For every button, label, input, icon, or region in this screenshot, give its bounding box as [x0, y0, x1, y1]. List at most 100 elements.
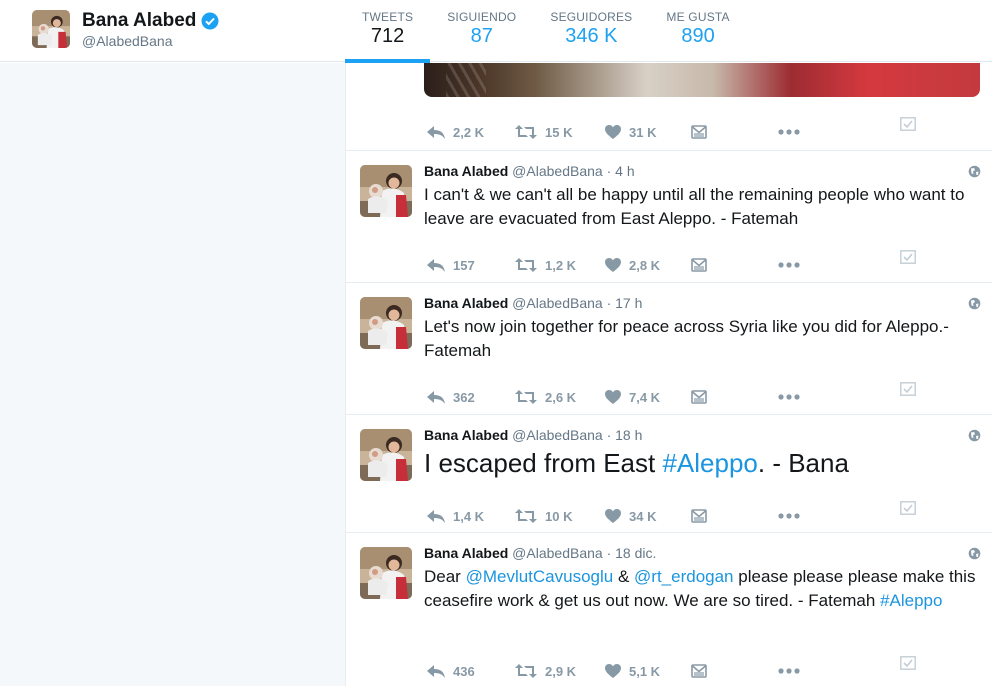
- tweet-item[interactable]: 2,2 K 15 K 31 K: [346, 63, 992, 151]
- stat-likes[interactable]: ME GUSTA 890: [649, 0, 746, 62]
- reply-icon: [426, 257, 446, 273]
- retweet-count: 1,2 K: [545, 257, 577, 273]
- reply-count: 362: [453, 389, 475, 405]
- tweet-author-handle[interactable]: @AlabedBana: [512, 295, 603, 311]
- profile-name[interactable]: Bana Alabed: [82, 10, 196, 32]
- tweet-avatar[interactable]: [360, 547, 412, 599]
- tweet-avatar[interactable]: [360, 165, 412, 217]
- tweet-author-handle[interactable]: @AlabedBana: [512, 163, 603, 179]
- hashtag-link[interactable]: #Aleppo: [662, 448, 757, 478]
- retweet-button[interactable]: 2,9 K: [514, 663, 576, 679]
- profile-name-block: Bana Alabed @AlabedBana: [82, 10, 219, 49]
- tweet-item[interactable]: Bana Alabed @AlabedBana · 17 h Let's now…: [346, 283, 992, 415]
- reply-button[interactable]: 157: [426, 257, 475, 273]
- tweet-author-handle[interactable]: @AlabedBana: [512, 427, 603, 443]
- retweet-button[interactable]: 1,2 K: [514, 257, 576, 273]
- globe-icon[interactable]: [968, 297, 981, 310]
- globe-icon[interactable]: [968, 165, 981, 178]
- tweet-avatar[interactable]: [360, 297, 412, 349]
- reply-icon: [426, 663, 446, 679]
- profile-avatar[interactable]: [32, 10, 70, 48]
- stat-tweets[interactable]: TWEETS 712: [345, 0, 431, 63]
- tweet-text-part: Dear: [424, 567, 466, 586]
- tweet-timestamp[interactable]: 18 dic.: [615, 545, 656, 561]
- analytics-button[interactable]: [900, 117, 916, 131]
- retweet-button[interactable]: 2,6 K: [514, 389, 576, 405]
- reply-button[interactable]: 2,2 K: [426, 124, 484, 140]
- tweet-item[interactable]: Bana Alabed @AlabedBana · 4 h I can't & …: [346, 151, 992, 283]
- direct-message-button[interactable]: [691, 664, 707, 678]
- like-button[interactable]: 34 K: [604, 508, 656, 524]
- stat-value: 890: [681, 25, 715, 47]
- like-button[interactable]: 5,1 K: [604, 663, 660, 679]
- analytics-button[interactable]: [900, 501, 916, 515]
- tweet-text-part: I escaped from East: [424, 448, 663, 478]
- retweet-count: 15 K: [545, 124, 573, 140]
- tweet-media-image[interactable]: [424, 63, 980, 97]
- more-dots-icon: [778, 513, 800, 519]
- retweet-count: 10 K: [545, 508, 573, 524]
- stat-following[interactable]: SIGUIENDO 87: [430, 0, 533, 62]
- retweet-icon: [514, 124, 538, 140]
- reply-icon: [426, 508, 446, 524]
- retweet-icon: [514, 389, 538, 405]
- tweet-author-name[interactable]: Bana Alabed: [424, 427, 508, 443]
- more-options-button[interactable]: [778, 262, 800, 268]
- stat-label: SIGUIENDO: [447, 10, 517, 24]
- reply-button[interactable]: 362: [426, 389, 475, 405]
- retweet-button[interactable]: 15 K: [514, 124, 572, 140]
- tweet-header: Bana Alabed @AlabedBana · 4 h: [424, 163, 635, 179]
- direct-message-button[interactable]: [691, 509, 707, 523]
- more-options-button[interactable]: [778, 668, 800, 674]
- analytics-button[interactable]: [900, 382, 916, 396]
- hashtag-link[interactable]: #Aleppo: [880, 591, 942, 610]
- analytics-icon: [900, 382, 916, 396]
- reply-button[interactable]: 1,4 K: [426, 508, 484, 524]
- mention-link[interactable]: @MevlutCavusoglu: [466, 567, 614, 586]
- mention-link[interactable]: @rt_erdogan: [634, 567, 734, 586]
- heart-icon: [604, 663, 622, 679]
- tweet-author-name[interactable]: Bana Alabed: [424, 545, 508, 561]
- more-options-button[interactable]: [778, 129, 800, 135]
- more-options-button[interactable]: [778, 513, 800, 519]
- direct-message-button[interactable]: [691, 390, 707, 404]
- like-button[interactable]: 7,4 K: [604, 389, 660, 405]
- globe-icon[interactable]: [968, 429, 981, 442]
- stat-value: 712: [370, 25, 405, 47]
- separator: ·: [606, 427, 612, 443]
- tweet-text-part: . - Bana: [757, 448, 849, 478]
- heart-icon: [604, 508, 622, 524]
- reply-icon: [426, 389, 446, 405]
- heart-icon: [604, 389, 622, 405]
- more-options-button[interactable]: [778, 394, 800, 400]
- retweet-icon: [514, 257, 538, 273]
- tweet-avatar[interactable]: [360, 429, 412, 481]
- tweet-item[interactable]: Bana Alabed @AlabedBana · 18 dic. Dear @…: [346, 533, 992, 686]
- stat-label: TWEETS: [362, 10, 414, 24]
- tweet-author-name[interactable]: Bana Alabed: [424, 163, 508, 179]
- tweet-timestamp[interactable]: 4 h: [615, 163, 634, 179]
- retweet-button[interactable]: 10 K: [514, 508, 572, 524]
- analytics-button[interactable]: [900, 656, 916, 670]
- more-dots-icon: [778, 668, 800, 674]
- envelope-icon: [691, 390, 707, 404]
- tweet-author-name[interactable]: Bana Alabed: [424, 295, 508, 311]
- tweet-timestamp[interactable]: 18 h: [615, 427, 642, 443]
- direct-message-button[interactable]: [691, 258, 707, 272]
- tweet-timestamp[interactable]: 17 h: [615, 295, 642, 311]
- stat-value: 87: [470, 25, 493, 47]
- like-button[interactable]: 31 K: [604, 124, 656, 140]
- like-button[interactable]: 2,8 K: [604, 257, 660, 273]
- profile-summary[interactable]: Bana Alabed @AlabedBana: [32, 10, 219, 49]
- envelope-icon: [691, 509, 707, 523]
- tweet-header: Bana Alabed @AlabedBana · 17 h: [424, 295, 642, 311]
- stat-followers[interactable]: SEGUIDORES 346 K: [533, 0, 649, 62]
- reply-button[interactable]: 436: [426, 663, 475, 679]
- tweet-item[interactable]: Bana Alabed @AlabedBana · 18 h I escaped…: [346, 415, 992, 533]
- analytics-button[interactable]: [900, 250, 916, 264]
- left-sidebar: [0, 63, 345, 686]
- direct-message-button[interactable]: [691, 125, 707, 139]
- reply-count: 2,2 K: [453, 124, 485, 140]
- globe-icon[interactable]: [968, 547, 981, 560]
- tweet-author-handle[interactable]: @AlabedBana: [512, 545, 603, 561]
